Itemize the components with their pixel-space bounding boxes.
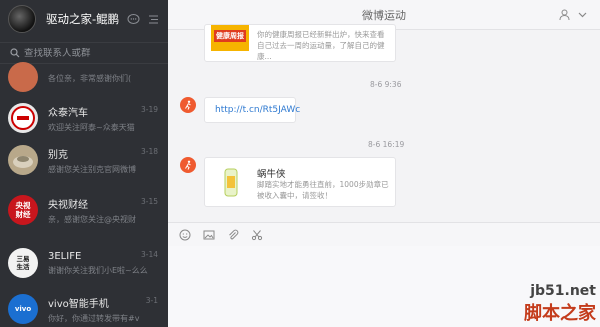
contact-avatar: 三易生活 xyxy=(8,248,38,278)
message-card[interactable]: 健康周报 你的健康周报已经新鲜出炉，快来查看自己过去一周的运动量，了解自己的健康… xyxy=(204,24,396,62)
user-icon[interactable] xyxy=(558,8,572,22)
card-title: 蜗牛侠 xyxy=(257,169,286,180)
runner-icon xyxy=(185,100,191,110)
message-link[interactable]: http://t.cn/Rt5JAWc xyxy=(215,105,300,115)
list-item[interactable]: 三易生活 3ELIFE 谢谢你关注我们小E啦~么么 3-14 xyxy=(0,242,168,284)
message-card[interactable]: 蜗牛侠 脚踏实地才能勇往直前，1000步勋章已被收入囊中，请签收！ xyxy=(204,157,396,207)
sidebar: 驱动之家-鲲鹏 各位亲，非常感谢你们( 众泰汽车 欢迎关注阿泰~众泰天猫 3-1… xyxy=(0,0,168,327)
contact-date: 3-1 xyxy=(145,296,158,305)
chat-panel: 微博运动 健康周报 你的健康周报已经新鲜出炉，快来查看自己过去一周的运动量，了解… xyxy=(168,0,600,327)
contact-avatar: 央视财经 xyxy=(8,195,38,225)
avatar[interactable] xyxy=(8,5,36,33)
contact-avatar xyxy=(8,62,38,92)
card-banner: 健康周报 xyxy=(214,30,246,42)
card-description: 你的健康周报已经新鲜出炉，快来查看自己过去一周的运动量，了解自己的健康... xyxy=(257,30,385,61)
contact-date: 3-15 xyxy=(140,197,158,206)
list-item[interactable]: 别克 感谢您关注别克官网微博 3-18 xyxy=(0,139,168,181)
contact-date: 3-18 xyxy=(140,147,158,156)
contact-preview: 谢谢你关注我们小E啦~么么 xyxy=(48,265,148,275)
contact-preview: 各位亲，非常感谢你们( xyxy=(48,74,132,83)
account-name: 驱动之家-鲲鹏 xyxy=(46,12,120,26)
contact-name: vivo智能手机 xyxy=(48,298,109,310)
contact-date: 3-19 xyxy=(140,105,158,114)
attachment-icon[interactable] xyxy=(226,228,240,242)
contact-preview: 感谢您关注别克官网微博 xyxy=(48,164,136,174)
avatar-logo-text: 央视财经 xyxy=(15,201,31,219)
contact-date: 3-14 xyxy=(140,250,158,259)
scissors-icon[interactable] xyxy=(250,228,264,242)
avatar-logo-text: 三易生活 xyxy=(16,255,30,271)
chevron-down-icon[interactable] xyxy=(576,8,590,22)
contact-avatar: vivo xyxy=(8,294,38,324)
chat-bubble-icon[interactable] xyxy=(126,12,140,26)
message-timestamp: 8-6 9:36 xyxy=(370,80,402,89)
card-description: 脚踏实地才能勇往直前，1000步勋章已被收入囊中，请签收！ xyxy=(257,180,389,200)
emoji-icon[interactable] xyxy=(178,228,192,242)
sender-avatar xyxy=(180,97,196,113)
page-title: 微博运动 xyxy=(362,8,406,22)
avatar-logo-text: vivo xyxy=(14,305,32,313)
contact-preview: 欢迎关注阿泰~众泰天猫 xyxy=(48,122,135,132)
watermark-url: jb51.net xyxy=(530,283,596,299)
sidebar-header: 驱动之家-鲲鹏 xyxy=(0,0,168,38)
message-link-bubble[interactable]: http://t.cn/Rt5JAWc xyxy=(204,97,300,123)
list-item[interactable]: vivo vivo智能手机 你好，你通过转发带有#v 3-1 xyxy=(0,288,168,327)
message-timestamp: 8-6 16:19 xyxy=(368,140,405,149)
list-item[interactable]: 央视财经 央视财经 亲，感谢您关注@央视财 3-15 xyxy=(0,189,168,231)
list-item[interactable]: 各位亲，非常感谢你们( xyxy=(0,56,168,98)
list-item[interactable]: 众泰汽车 欢迎关注阿泰~众泰天猫 3-19 xyxy=(0,97,168,139)
image-icon[interactable] xyxy=(202,228,216,242)
card-thumbnail: 健康周报 xyxy=(211,25,249,51)
compose-toolbar xyxy=(168,222,600,246)
watermark: jb51.net 脚本之家 xyxy=(524,283,596,325)
menu-icon[interactable] xyxy=(146,12,160,26)
watermark-text: 脚本之家 xyxy=(524,303,596,324)
sender-avatar xyxy=(180,157,196,173)
contact-avatar xyxy=(8,145,38,175)
runner-icon xyxy=(185,160,191,170)
contact-preview: 亲，感谢您关注@央视财 xyxy=(48,214,136,224)
contact-avatar xyxy=(8,103,38,133)
contact-preview: 你好，你通过转发带有#v xyxy=(48,313,140,323)
badge-image xyxy=(215,166,247,200)
